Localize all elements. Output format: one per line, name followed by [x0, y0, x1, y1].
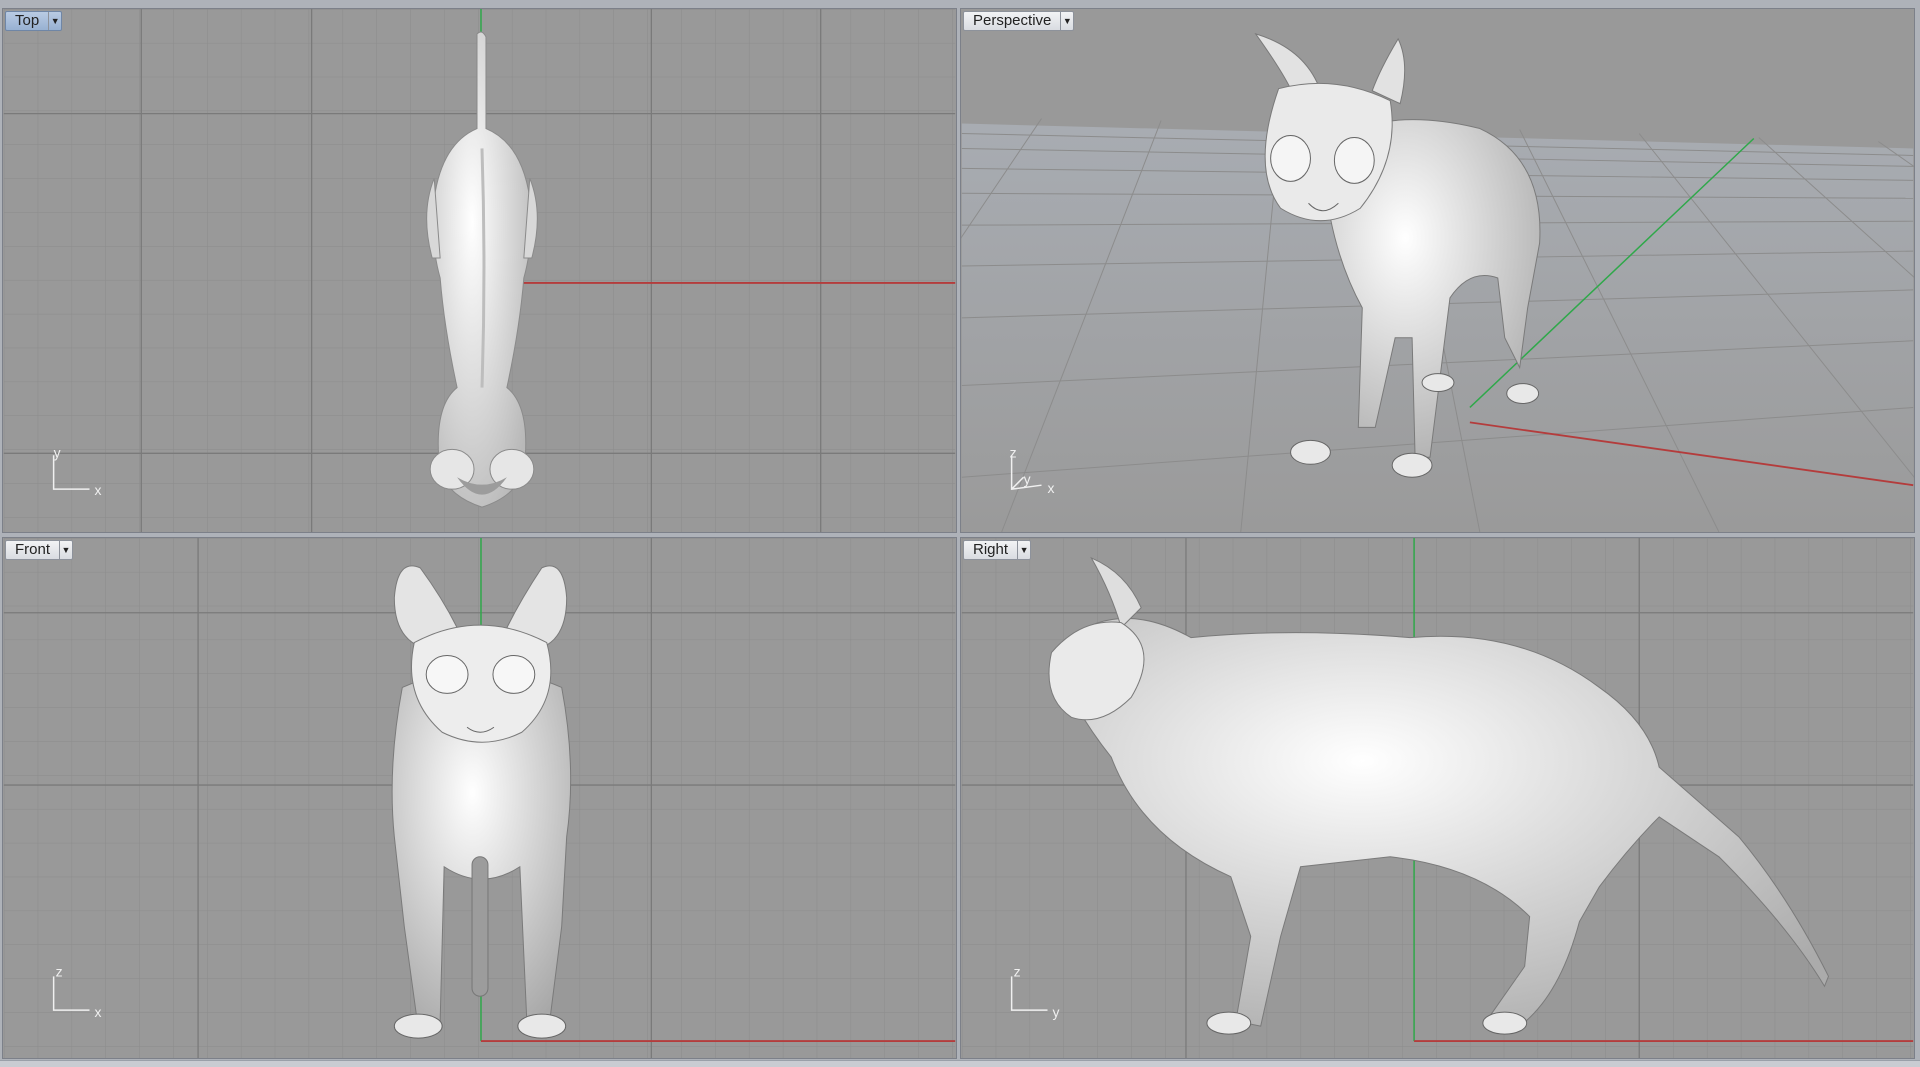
- viewport-title-tab-front[interactable]: Front ▼: [5, 540, 74, 560]
- axis-widget-label-v: z: [1010, 444, 1017, 460]
- axis-widget-label-v: z: [1014, 963, 1021, 979]
- axis-widget-label-h: x: [94, 1004, 101, 1020]
- dropdown-arrow-icon[interactable]: ▼: [48, 12, 61, 30]
- viewport-title-right[interactable]: Right: [964, 541, 1017, 559]
- dropdown-arrow-icon[interactable]: ▼: [59, 541, 72, 559]
- viewport-title-tab-top[interactable]: Top ▼: [5, 11, 63, 31]
- axis-widget-label-h: x: [94, 482, 101, 498]
- axis-widget-label-v: z: [56, 963, 63, 979]
- axis-widget-label-h: x: [1047, 480, 1054, 496]
- viewport-title-front[interactable]: Front: [6, 541, 59, 559]
- axis-widget-label-v: y: [54, 444, 61, 460]
- rhino-app-window: y x Top ▼ z y x Perspective ▼ z x Front …: [0, 0, 1920, 1067]
- viewport-right-canvas[interactable]: z y: [961, 538, 1914, 1058]
- dropdown-arrow-icon[interactable]: ▼: [1060, 12, 1073, 30]
- viewport-front-canvas[interactable]: z x: [3, 538, 956, 1058]
- axis-widget-label-d: y: [1024, 471, 1031, 487]
- axis-widget-label-h: y: [1052, 1004, 1059, 1020]
- viewport-perspective-canvas[interactable]: z y x: [961, 9, 1914, 532]
- viewport-top[interactable]: y x Top ▼: [2, 8, 957, 533]
- viewport-title-top[interactable]: Top: [6, 12, 48, 30]
- viewport-right[interactable]: z y Right ▼: [960, 537, 1915, 1059]
- viewport-top-canvas[interactable]: y x: [3, 9, 956, 532]
- viewport-title-perspective[interactable]: Perspective: [964, 12, 1060, 30]
- viewport-title-tab-perspective[interactable]: Perspective ▼: [963, 11, 1075, 31]
- viewport-perspective[interactable]: z y x Perspective ▼: [960, 8, 1915, 533]
- viewport-title-tab-right[interactable]: Right ▼: [963, 540, 1032, 560]
- viewport-front[interactable]: z x Front ▼: [2, 537, 957, 1059]
- cat-model-front[interactable]: [391, 565, 572, 1039]
- dropdown-arrow-icon[interactable]: ▼: [1017, 541, 1030, 559]
